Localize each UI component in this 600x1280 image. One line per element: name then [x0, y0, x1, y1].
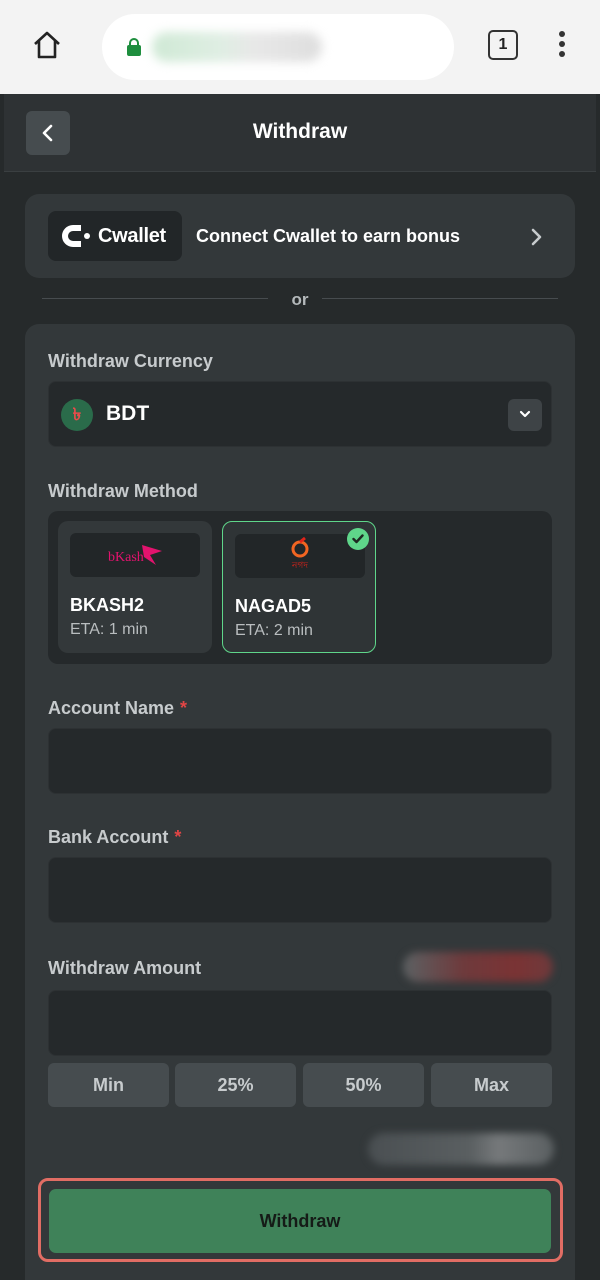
- amount-input[interactable]: [48, 990, 552, 1056]
- min-button[interactable]: Min: [48, 1063, 169, 1107]
- account-name-input[interactable]: [48, 728, 552, 794]
- url-text-blurred: [152, 32, 322, 62]
- pct-50-button[interactable]: 50%: [303, 1063, 424, 1107]
- more-menu-icon[interactable]: [552, 28, 572, 64]
- limit-info-blurred: [403, 952, 553, 982]
- or-divider: or: [42, 288, 558, 310]
- cwallet-cta-text: Connect Cwallet to earn bonus: [196, 226, 461, 246]
- address-bar[interactable]: [102, 14, 454, 80]
- required-marker: *: [174, 827, 182, 847]
- withdraw-form: Withdraw Currency ৳ BDT Withdraw Method …: [25, 324, 575, 1280]
- account-name-label: Account Name *: [48, 698, 188, 718]
- or-text: or: [291, 290, 309, 309]
- divider-line-right: [322, 298, 558, 299]
- balance-info-blurred: [368, 1133, 554, 1165]
- currency-selected-value: BDT: [106, 402, 150, 425]
- home-icon[interactable]: [30, 28, 64, 62]
- required-marker: *: [180, 698, 188, 718]
- amount-label: Withdraw Amount: [48, 958, 202, 978]
- method-name: BKASH2: [70, 595, 145, 615]
- lock-icon: [126, 38, 142, 56]
- nagad-logo-text: নগদ: [291, 561, 308, 571]
- page-title: Withdraw: [252, 120, 348, 143]
- method-options: bKash BKASH2 ETA: 1 min নগদ NAGAD5 ETA: …: [48, 511, 552, 664]
- max-button[interactable]: Max: [431, 1063, 552, 1107]
- pct-25-button[interactable]: 25%: [175, 1063, 296, 1107]
- method-option-nagad5[interactable]: নগদ NAGAD5 ETA: 2 min: [222, 521, 376, 653]
- nagad-logo: নগদ: [235, 534, 365, 578]
- cwallet-connect-banner[interactable]: Cwallet Connect Cwallet to earn bonus: [25, 194, 575, 278]
- cwallet-brand-text: Cwallet: [98, 225, 166, 247]
- cwallet-icon: [62, 225, 90, 247]
- bkash-logo: bKash: [70, 533, 200, 577]
- cwallet-logo: Cwallet: [48, 211, 182, 261]
- method-eta: ETA: 2 min: [235, 622, 313, 639]
- bkash-logo-text: bKash: [108, 550, 144, 565]
- method-option-bkash2[interactable]: bKash BKASH2 ETA: 1 min: [58, 521, 212, 653]
- currency-label: Withdraw Currency: [48, 351, 213, 371]
- method-label: Withdraw Method: [48, 481, 198, 501]
- tab-switcher-button[interactable]: 1: [488, 30, 518, 60]
- method-name: NAGAD5: [235, 596, 312, 616]
- bdt-currency-icon: ৳: [61, 399, 93, 431]
- bank-account-label: Bank Account *: [48, 827, 182, 847]
- withdraw-submit-button[interactable]: Withdraw: [49, 1189, 551, 1253]
- chevron-down-icon: [519, 410, 531, 418]
- currency-select[interactable]: ৳ BDT: [48, 381, 552, 447]
- bank-account-input[interactable]: [48, 857, 552, 923]
- browser-toolbar: 1: [0, 0, 600, 94]
- app-header: Withdraw: [4, 94, 596, 172]
- method-eta: ETA: 1 min: [70, 621, 148, 638]
- currency-dropdown-button[interactable]: [508, 399, 542, 431]
- chevron-right-icon: [531, 228, 542, 246]
- check-icon: [347, 528, 369, 550]
- quick-amount-buttons: Min 25% 50% Max: [48, 1063, 552, 1107]
